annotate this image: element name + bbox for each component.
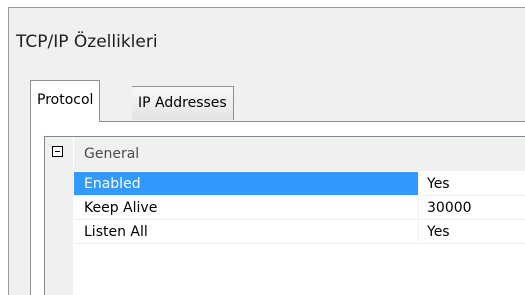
property-value[interactable]: Yes: [420, 172, 525, 196]
grid-margin: [45, 137, 73, 295]
tab-ip-addresses[interactable]: IP Addresses: [132, 86, 234, 120]
property-value[interactable]: Yes: [420, 220, 525, 244]
property-grid: General Enabled Yes Keep Alive 30000 Lis…: [44, 136, 525, 295]
minus-icon: [55, 151, 60, 152]
collapse-icon[interactable]: [52, 146, 63, 157]
property-row-keep-alive[interactable]: Keep Alive 30000: [74, 196, 525, 220]
category-label: General: [84, 146, 140, 162]
property-name: Enabled: [74, 172, 419, 196]
property-value[interactable]: 30000: [420, 196, 525, 220]
property-name: Keep Alive: [74, 196, 419, 220]
property-name: Listen All: [74, 220, 419, 244]
tab-protocol[interactable]: Protocol: [30, 80, 101, 122]
dialog-title: TCP/IP Özellikleri: [16, 32, 158, 52]
property-row-listen-all[interactable]: Listen All Yes: [74, 220, 525, 244]
category-header[interactable]: General: [74, 137, 525, 171]
property-row-enabled[interactable]: Enabled Yes: [74, 172, 525, 196]
